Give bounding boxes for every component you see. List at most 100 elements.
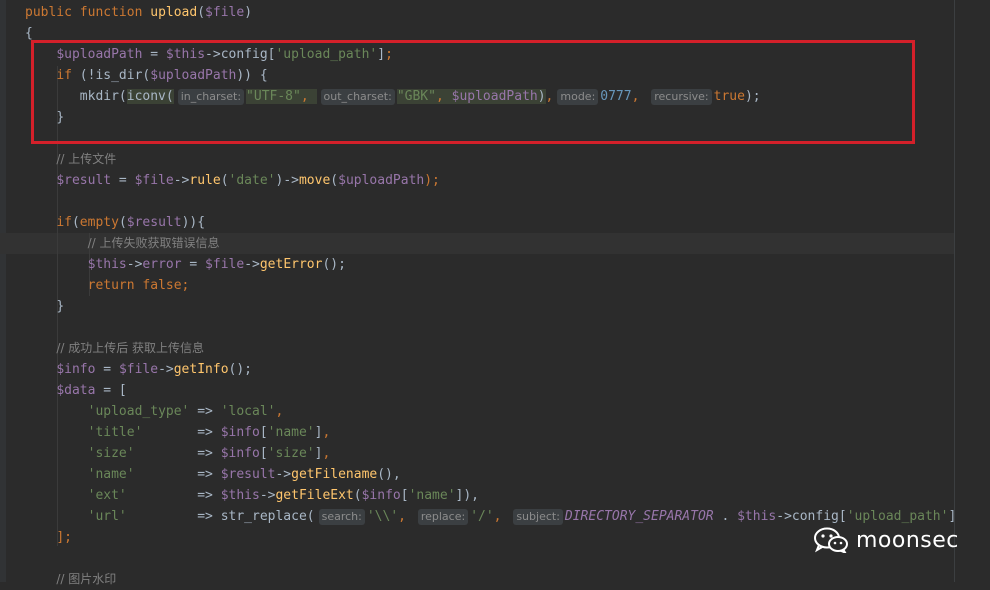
code-token: -> (244, 257, 260, 272)
code-line[interactable]: $this->error = $file->getError(); (25, 254, 346, 275)
code-token: ( (71, 215, 80, 230)
code-token: ); (424, 173, 440, 188)
code-line[interactable]: $data = [ (25, 380, 127, 401)
parameter-hint: replace: (417, 509, 469, 525)
code-token: DIRECTORY_SEPARATOR (564, 509, 714, 524)
code-line[interactable]: 'title' => $info['name'], (25, 422, 331, 443)
code-token: str_replace( (220, 509, 315, 524)
code-token: ( (197, 5, 206, 20)
code-token: 'name' (408, 488, 456, 503)
code-line[interactable]: public function upload($file) (25, 2, 252, 23)
code-token: = [ (95, 383, 127, 398)
watermark: moonsec (814, 525, 959, 555)
code-token: } (56, 299, 65, 314)
code-token: )-> (275, 173, 299, 188)
code-line[interactable]: 'upload_type' => 'local', (25, 401, 284, 422)
parameter-hint: search: (318, 509, 365, 525)
code-token: => (126, 488, 221, 503)
code-token: 'size' (267, 446, 315, 461)
code-line[interactable]: 'name' => $result->getFilename(), (25, 464, 401, 485)
code-editor[interactable]: public function upload($file){ $uploadPa… (0, 0, 990, 586)
code-token: -> (259, 488, 276, 503)
code-token: error (142, 257, 182, 272)
code-token: 'date' (228, 173, 276, 188)
code-line[interactable]: if(empty($result)){ (25, 212, 205, 233)
code-token: -> (158, 362, 174, 377)
code-token: $info (220, 446, 260, 461)
code-line[interactable]: // 图片水印 (25, 569, 116, 590)
code-line[interactable]: } (25, 296, 64, 317)
code-line[interactable]: return false; (25, 275, 190, 296)
code-token: , (493, 509, 510, 524)
code-token: move (298, 173, 331, 188)
code-line[interactable]: 'size' => $info['size'], (25, 443, 331, 464)
code-token: getFileExt (275, 488, 354, 503)
code-token: public (25, 5, 80, 20)
code-token: $info (220, 425, 260, 440)
code-token: $this (220, 488, 260, 503)
code-token: => (134, 467, 221, 482)
code-token: 'upload_path' (846, 509, 949, 524)
code-token: getInfo (173, 362, 229, 377)
code-token: $uploadPath (338, 173, 425, 188)
right-margin-line (954, 0, 955, 582)
code-token: , (275, 404, 284, 419)
code-token: 'name' (267, 425, 315, 440)
code-token: [ (400, 488, 409, 503)
code-token: upload (150, 5, 198, 20)
code-token: $data (56, 383, 96, 398)
code-token: $result (126, 215, 182, 230)
code-token: $file (118, 362, 159, 377)
code-token: $result (56, 173, 112, 188)
code-token: => (134, 446, 221, 461)
code-token: (); (322, 257, 346, 272)
code-line[interactable]: $result = $file->rule('date')->move($upl… (25, 170, 440, 191)
code-token: rule (189, 173, 221, 188)
code-token: ( (330, 173, 339, 188)
code-token: 'title' (87, 425, 143, 440)
code-token: => (189, 404, 221, 419)
code-token: '\\' (366, 509, 399, 524)
code-token: , (398, 509, 414, 524)
code-token: => (142, 425, 221, 440)
code-line[interactable]: 'ext' => $this->getFileExt($info['name']… (25, 485, 479, 506)
wechat-icon (814, 527, 848, 553)
code-token: empty (79, 215, 119, 230)
code-token: [ (259, 425, 268, 440)
code-token: ( (220, 173, 229, 188)
code-token: ]; (56, 530, 72, 545)
code-token: 'size' (87, 446, 135, 461)
code-token: $this (87, 257, 127, 272)
code-line[interactable]: $info = $file->getInfo(); (25, 359, 252, 380)
code-token: '/' (470, 509, 494, 524)
code-token: -> (776, 509, 792, 524)
code-token: ( (118, 215, 127, 230)
code-line[interactable]: 'url' => str_replace(search: '\\', replac… (25, 506, 956, 527)
code-line[interactable]: // 上传失败获取错误信息 (25, 233, 220, 254)
code-token: ( (353, 488, 362, 503)
code-line[interactable]: ]; (25, 527, 72, 548)
code-line[interactable]: // 上传文件 (25, 149, 116, 170)
code-token: = (111, 173, 135, 188)
code-token: -> (275, 467, 292, 482)
code-token: getError (259, 257, 323, 272)
code-token: 'local' (220, 404, 276, 419)
parameter-hint: subject: (513, 509, 563, 525)
code-line[interactable]: // 成功上传后 获取上传信息 (25, 338, 204, 359)
code-token: = (181, 257, 206, 272)
watermark-text: moonsec (856, 527, 959, 553)
code-token: 'url' (87, 509, 127, 524)
